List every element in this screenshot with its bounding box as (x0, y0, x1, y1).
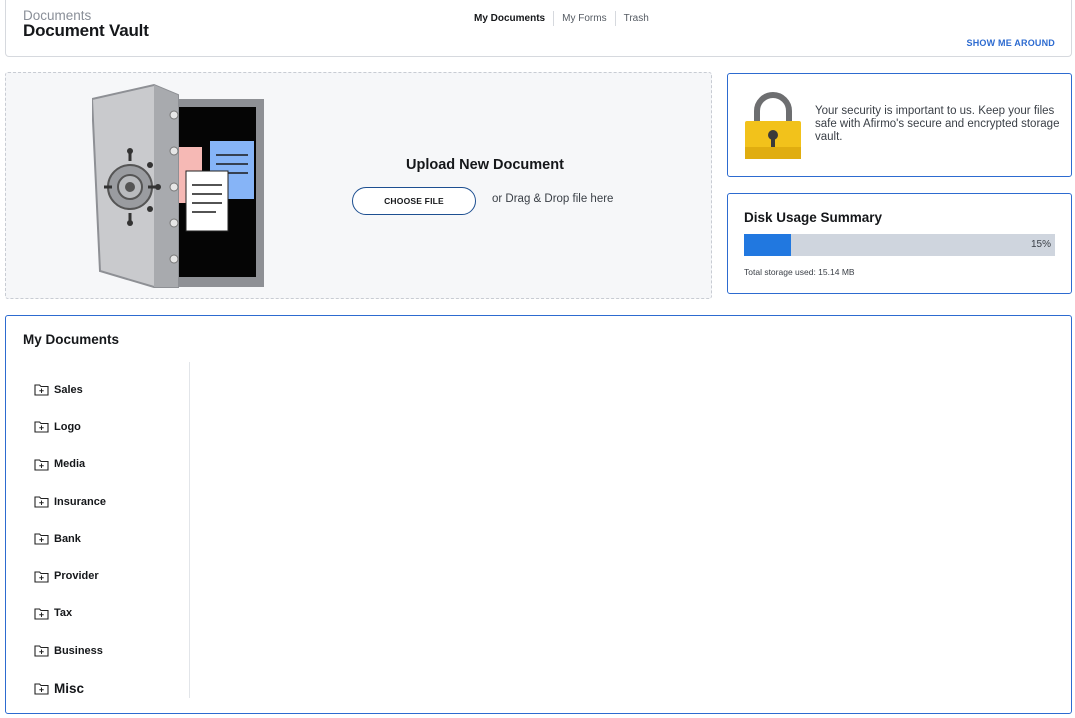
upload-dropzone[interactable]: Upload New Document CHOOSE FILE or Drag … (5, 72, 712, 299)
folder-icon (34, 608, 49, 620)
upload-title: Upload New Document (406, 157, 564, 173)
show-me-around-link[interactable]: SHOW ME AROUND (967, 38, 1055, 48)
folder-icon (34, 682, 49, 695)
disk-usage-bar-fill (744, 234, 791, 256)
folder-item-logo[interactable]: Logo (34, 408, 184, 445)
folder-icon (34, 459, 49, 471)
page-title: Document Vault (23, 21, 149, 40)
padlock-icon (745, 92, 801, 159)
disk-usage-total: Total storage used: 15.14 MB (744, 267, 855, 277)
folder-label: Insurance (54, 495, 106, 508)
folder-icon (34, 384, 49, 396)
tab-my-documents[interactable]: My Documents (466, 11, 553, 26)
disk-usage-percent: 15% (1030, 239, 1051, 250)
folder-list-divider (189, 362, 190, 698)
vault-safe-illustration (92, 83, 264, 288)
folder-label: Misc (54, 680, 85, 696)
my-documents-panel: My Documents Sales Logo Media Insurance … (5, 315, 1072, 714)
folder-item-insurance[interactable]: Insurance (34, 483, 184, 520)
tab-bar: My Documents My Forms Trash (466, 11, 657, 26)
folder-item-business[interactable]: Business (34, 632, 184, 669)
choose-file-button[interactable]: CHOOSE FILE (352, 187, 476, 215)
folder-item-misc[interactable]: Misc (34, 669, 184, 706)
folder-label: Business (54, 644, 103, 657)
folder-item-tax[interactable]: Tax (34, 595, 184, 632)
folder-label: Media (54, 458, 86, 471)
folder-icon (34, 571, 49, 583)
security-message: Your security is important to us. Keep y… (815, 105, 1060, 143)
folder-item-provider[interactable]: Provider (34, 557, 184, 594)
folder-label: Provider (54, 570, 99, 583)
disk-usage-title: Disk Usage Summary (744, 210, 883, 225)
tab-trash[interactable]: Trash (614, 11, 657, 26)
folder-item-media[interactable]: Media (34, 446, 184, 483)
page-header: Documents Document Vault My Documents My… (5, 0, 1072, 57)
folder-label: Tax (54, 607, 73, 620)
folder-list: Sales Logo Media Insurance Bank Provider… (34, 371, 184, 707)
folder-item-bank[interactable]: Bank (34, 520, 184, 557)
security-card: Your security is important to us. Keep y… (727, 73, 1072, 177)
drag-drop-hint: or Drag & Drop file here (492, 193, 614, 205)
folder-icon (34, 496, 49, 508)
disk-usage-card: Disk Usage Summary 15% Total storage use… (727, 193, 1072, 294)
disk-usage-bar: 15% (744, 234, 1055, 256)
folder-icon (34, 533, 49, 545)
folder-label: Sales (54, 383, 83, 396)
folder-icon (34, 421, 49, 433)
folder-icon (34, 645, 49, 657)
my-documents-title: My Documents (23, 332, 120, 347)
folder-label: Logo (54, 420, 81, 433)
tab-my-forms[interactable]: My Forms (553, 11, 614, 26)
folder-label: Bank (54, 532, 81, 545)
folder-item-sales[interactable]: Sales (34, 371, 184, 408)
